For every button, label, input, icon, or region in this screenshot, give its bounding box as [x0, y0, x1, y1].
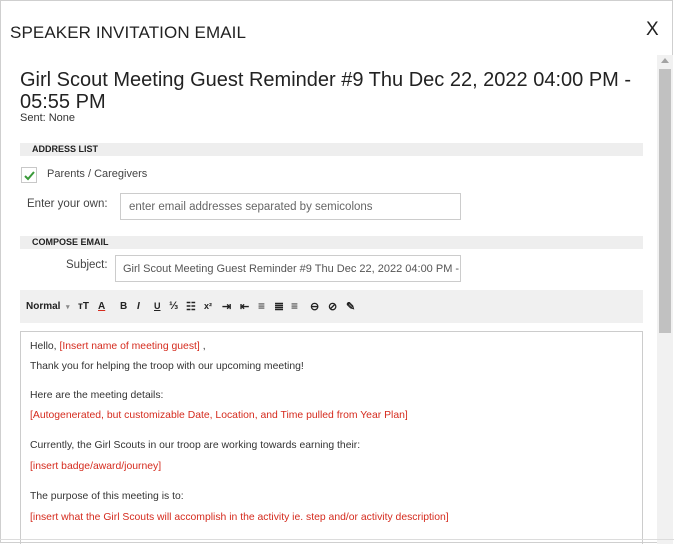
greeting-text: Hello,: [30, 341, 60, 352]
bullet-list-icon[interactable]: ☷: [186, 300, 196, 313]
details-intro: Here are the meeting details:: [30, 390, 164, 401]
align-left-icon[interactable]: ≡: [258, 299, 265, 313]
scroll-up-icon[interactable]: [661, 58, 669, 63]
purpose-placeholder: [insert what the Girl Scouts will accomp…: [30, 512, 449, 523]
guest-name-placeholder: [Insert name of meeting guest]: [59, 341, 200, 352]
parents-label: Parents / Caregivers: [47, 168, 148, 180]
modal-bottom-divider: [0, 539, 674, 540]
editor-toolbar: Normal ▾ тT A B I U ⅓ ☷ x² ⇥ ⇤ ≡ ≣ ≡ ⊖ ⊘…: [20, 290, 643, 323]
text-color-icon[interactable]: A: [98, 301, 105, 312]
indent-icon[interactable]: ⇥: [222, 300, 231, 313]
email-title: Girl Scout Meeting Guest Reminder #9 Thu…: [20, 69, 632, 113]
link-icon[interactable]: ⊖: [310, 300, 319, 313]
clear-format-icon[interactable]: ✎: [346, 300, 355, 313]
outdent-icon[interactable]: ⇤: [240, 300, 249, 313]
compose-email-header: COMPOSE EMAIL: [20, 236, 643, 249]
badge-intro: Currently, the Girl Scouts in our troop …: [30, 440, 361, 451]
superscript-icon[interactable]: x²: [204, 301, 212, 311]
address-list-title: ADDRESS LIST: [32, 144, 99, 154]
enter-your-own-label: Enter your own:: [27, 198, 108, 210]
greeting-line: Hello, [Insert name of meeting guest] ,: [30, 341, 206, 352]
align-right-icon[interactable]: ≡: [291, 299, 298, 313]
modal-title: SPEAKER INVITATION EMAIL: [10, 23, 247, 42]
chevron-down-icon: ▾: [66, 304, 70, 311]
email-addresses-input[interactable]: enter email addresses separated by semic…: [120, 193, 461, 220]
details-placeholder: [Autogenerated, but customizable Date, L…: [30, 410, 408, 421]
italic-icon[interactable]: I: [137, 301, 140, 312]
badge-placeholder: [insert badge/award/journey]: [30, 461, 162, 472]
modal-scroll-area[interactable]: Girl Scout Meeting Guest Reminder #9 Thu…: [1, 55, 657, 544]
close-button[interactable]: X: [646, 19, 659, 41]
check-icon: [24, 171, 35, 181]
subject-label: Subject:: [66, 259, 108, 271]
scrollbar-thumb[interactable]: [659, 69, 671, 333]
greeting-suffix: ,: [199, 341, 206, 352]
compose-email-title: COMPOSE EMAIL: [32, 237, 109, 247]
address-list-header: ADDRESS LIST: [20, 143, 643, 156]
ordered-list-icon[interactable]: ⅓: [169, 300, 178, 312]
vertical-scrollbar[interactable]: [657, 55, 673, 544]
email-body-editor[interactable]: Hello, [Insert name of meeting guest] , …: [20, 331, 643, 544]
purpose-intro: The purpose of this meeting is to:: [30, 491, 184, 502]
format-select[interactable]: Normal: [26, 301, 60, 312]
subject-input[interactable]: Girl Scout Meeting Guest Reminder #9 Thu…: [115, 255, 461, 282]
align-center-icon[interactable]: ≣: [274, 299, 284, 313]
speaker-invitation-modal: SPEAKER INVITATION EMAIL X Girl Scout Me…: [0, 0, 673, 544]
parents-checkbox[interactable]: [21, 167, 37, 183]
sent-status: Sent: None: [20, 112, 76, 124]
underline-icon[interactable]: U: [154, 301, 161, 311]
unlink-icon[interactable]: ⊘: [328, 300, 337, 313]
thanks-line: Thank you for helping the troop with our…: [30, 361, 304, 372]
font-size-icon[interactable]: тT: [78, 301, 89, 312]
bold-icon[interactable]: B: [120, 301, 127, 312]
